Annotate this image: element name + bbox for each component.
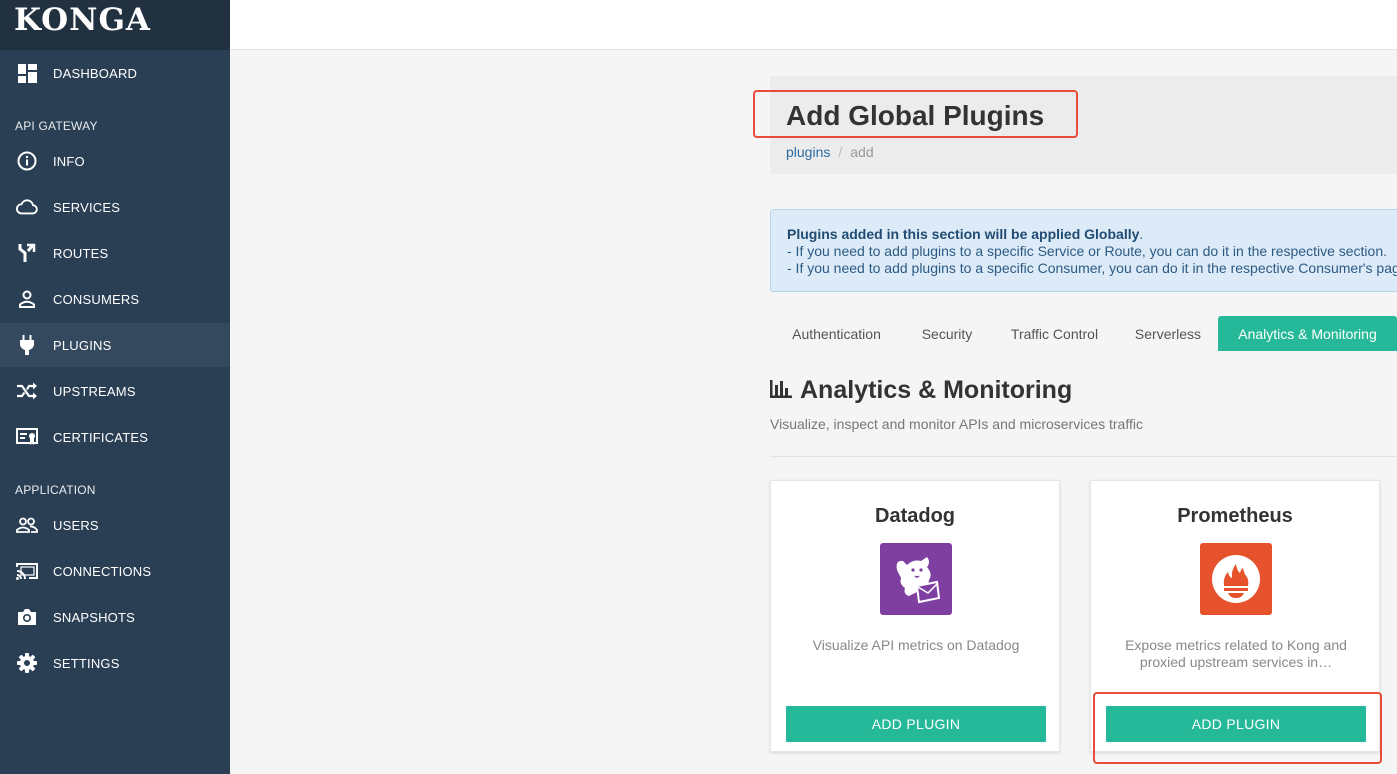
- routes-icon: [16, 242, 38, 264]
- sidebar-item-label: USERS: [53, 517, 99, 533]
- breadcrumb-link-plugins[interactable]: plugins: [786, 144, 830, 160]
- bar-chart-icon: [770, 376, 792, 405]
- cast-icon: [16, 560, 38, 582]
- prometheus-icon: [1200, 543, 1272, 615]
- info-bold-suffix: .: [1139, 226, 1144, 242]
- tab-authentication[interactable]: Authentication: [770, 316, 903, 351]
- sidebar-item-users[interactable]: USERS: [0, 503, 230, 547]
- shuffle-icon: [16, 380, 38, 402]
- breadcrumb: plugins / add: [786, 144, 874, 160]
- section-heading: Analytics & Monitoring: [770, 376, 1072, 405]
- gear-icon: [16, 652, 38, 674]
- sidebar: KONGA DASHBOARD API GATEWAY INFO SERVICE…: [0, 0, 230, 774]
- sidebar-item-label: UPSTREAMS: [53, 383, 136, 399]
- sidebar-item-plugins[interactable]: PLUGINS: [0, 323, 230, 367]
- logo-bar: KONGA: [0, 0, 230, 50]
- info-line-1: - If you need to add plugins to a specif…: [787, 243, 1388, 259]
- sidebar-item-info[interactable]: INFO: [0, 139, 230, 183]
- tab-traffic-control[interactable]: Traffic Control: [991, 316, 1118, 351]
- sidebar-item-services[interactable]: SERVICES: [0, 185, 230, 229]
- tab-serverless[interactable]: Serverless: [1118, 316, 1218, 351]
- sidebar-item-label: ROUTES: [53, 245, 109, 261]
- plugin-card-datadog: Datadog Visualize API metrics on Datadog…: [770, 480, 1060, 752]
- users-icon: [16, 514, 38, 536]
- certificate-icon: [16, 426, 38, 448]
- sidebar-item-snapshots[interactable]: SNAPSHOTS: [0, 595, 230, 639]
- sidebar-item-label: SETTINGS: [53, 655, 120, 671]
- card-title: Datadog: [875, 505, 955, 527]
- sidebar-item-certificates[interactable]: CERTIFICATES: [0, 415, 230, 459]
- sidebar-item-routes[interactable]: ROUTES: [0, 231, 230, 275]
- camera-icon: [16, 606, 38, 628]
- card-title: Prometheus: [1177, 505, 1293, 527]
- section-label-application: APPLICATION: [15, 483, 96, 497]
- section-title: Analytics & Monitoring: [800, 376, 1073, 404]
- sidebar-item-label: CONSUMERS: [53, 291, 140, 307]
- sidebar-item-label: SERVICES: [53, 199, 121, 215]
- sidebar-item-upstreams[interactable]: UPSTREAMS: [0, 369, 230, 413]
- section-label-api-gateway: API GATEWAY: [15, 119, 98, 133]
- info-alert: Plugins added in this section will be ap…: [770, 209, 1397, 292]
- button-highlight-box: [1093, 692, 1382, 764]
- add-plugin-button-datadog[interactable]: ADD PLUGIN: [786, 706, 1046, 742]
- section-subtitle: Visualize, inspect and monitor APIs and …: [770, 416, 1143, 432]
- title-highlight-box: [753, 90, 1078, 138]
- sidebar-item-label: DASHBOARD: [53, 65, 138, 81]
- sidebar-item-connections[interactable]: CONNECTIONS: [0, 549, 230, 593]
- sidebar-item-label: PLUGINS: [53, 337, 112, 353]
- breadcrumb-current: add: [850, 144, 874, 160]
- info-icon: [16, 150, 38, 172]
- card-description: Expose metrics related to Kong and proxi…: [1125, 637, 1347, 670]
- tab-security[interactable]: Security: [903, 316, 991, 351]
- sidebar-item-dashboard[interactable]: DASHBOARD: [0, 51, 230, 95]
- plug-icon: [16, 334, 38, 356]
- info-line-2: - If you need to add plugins to a specif…: [787, 260, 1397, 276]
- sidebar-item-label: CERTIFICATES: [53, 429, 149, 445]
- top-bar: [230, 0, 1397, 50]
- dashboard-icon: [16, 62, 38, 84]
- divider: [770, 456, 1397, 457]
- person-icon: [16, 288, 38, 310]
- cloud-icon: [16, 196, 38, 218]
- breadcrumb-separator: /: [838, 144, 843, 160]
- sidebar-item-label: CONNECTIONS: [53, 563, 152, 579]
- sidebar-item-label: INFO: [53, 153, 85, 169]
- datadog-icon: [880, 543, 952, 615]
- konga-logo[interactable]: KONGA: [14, 4, 151, 36]
- sidebar-item-label: SNAPSHOTS: [53, 609, 135, 625]
- sidebar-item-settings[interactable]: SETTINGS: [0, 641, 230, 685]
- tab-analytics-monitoring[interactable]: Analytics & Monitoring: [1218, 316, 1397, 351]
- info-bold-text: Plugins added in this section will be ap…: [787, 226, 1140, 242]
- card-description: Visualize API metrics on Datadog: [812, 637, 1020, 653]
- sidebar-item-consumers[interactable]: CONSUMERS: [0, 277, 230, 321]
